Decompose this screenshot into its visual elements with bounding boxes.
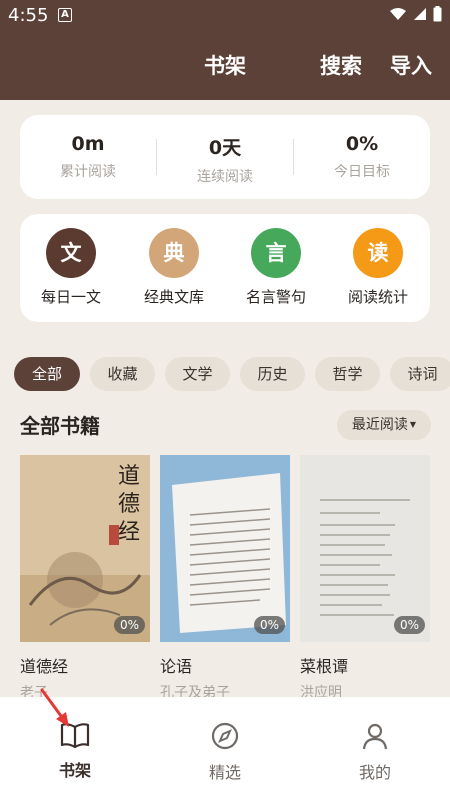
import-button[interactable]: 导入	[390, 50, 432, 80]
page-title: 书架	[204, 54, 246, 78]
battery-icon	[433, 6, 442, 22]
reading-stats-icon: 读	[353, 228, 403, 278]
stat-streak: 0天 连续阅读	[157, 133, 293, 186]
nav-profile[interactable]: 我的	[335, 721, 415, 783]
book-title: 论语	[160, 657, 193, 676]
book-card[interactable]: 道德经 0% 道德经 老子	[20, 455, 150, 702]
stat-label: 累计阅读	[60, 164, 116, 180]
notification-icon: A	[58, 8, 72, 22]
cover-title: 道德经	[117, 464, 140, 545]
book-title: 道德经	[20, 657, 69, 676]
quick-famous-quotes[interactable]: 言 名言警句	[226, 228, 326, 307]
book-card[interactable]: 0% 论语 孔子及弟子	[160, 455, 290, 702]
caret-down-icon: ▼	[409, 420, 417, 429]
wifi-icon	[390, 8, 406, 20]
stat-value: 0m	[71, 133, 105, 155]
book-title: 菜根谭	[300, 657, 349, 676]
top-bar: 4:55 A 书架 搜索 导入	[0, 0, 450, 100]
cover-image	[300, 455, 430, 642]
category-chips: 全部 收藏 文学 历史 哲学 诗词	[14, 357, 450, 391]
sort-label: 最近阅读	[351, 417, 408, 433]
annotation-arrow-icon	[40, 688, 69, 727]
category-all[interactable]: 全部	[14, 357, 80, 391]
quick-entries-card: 文 每日一文 典 经典文库 言 名言警句 读 阅读统计	[20, 214, 430, 322]
user-icon	[362, 723, 388, 750]
book-cover[interactable]: 0%	[160, 455, 290, 642]
nav-label: 精选	[208, 763, 241, 782]
quick-reading-stats[interactable]: 读 阅读统计	[328, 228, 428, 307]
stat-label: 连续阅读	[197, 169, 253, 185]
quick-label: 名言警句	[245, 288, 306, 306]
reading-stats-card: 0m 累计阅读 0天 连续阅读 0% 今日目标	[20, 115, 430, 199]
signal-icon	[414, 8, 426, 20]
book-cover[interactable]: 0%	[300, 455, 430, 642]
stat-value: 0%	[345, 133, 379, 155]
quick-classic-library[interactable]: 典 经典文库	[124, 228, 224, 307]
stat-value: 0天	[208, 137, 242, 159]
daily-article-icon: 文	[46, 228, 96, 278]
nav-label: 我的	[358, 763, 391, 782]
book-progress: 0%	[393, 616, 425, 634]
status-bar: 4:55 A	[0, 0, 450, 32]
book-cover[interactable]: 道德经 0%	[20, 455, 150, 642]
status-time: 4:55	[8, 5, 49, 26]
classic-library-icon: 典	[149, 228, 199, 278]
category-poetry[interactable]: 诗词	[390, 357, 450, 391]
section-title: 全部书籍	[20, 414, 100, 438]
compass-icon	[211, 722, 239, 750]
nav-featured[interactable]: 精选	[185, 721, 265, 783]
quick-label: 每日一文	[40, 288, 101, 306]
search-button[interactable]: 搜索	[320, 50, 362, 80]
famous-quotes-icon: 言	[251, 228, 301, 278]
nav-label: 书架	[58, 761, 91, 780]
category-literature[interactable]: 文学	[165, 357, 230, 391]
book-progress: 0%	[113, 616, 145, 634]
stat-label: 今日目标	[334, 164, 390, 180]
quick-label: 经典文库	[143, 288, 204, 306]
category-favorites[interactable]: 收藏	[90, 357, 155, 391]
stat-total-reading: 0m 累计阅读	[20, 133, 156, 181]
cover-image	[160, 455, 290, 642]
nav-bookshelf[interactable]: 书架	[35, 721, 115, 781]
book-card[interactable]: 0% 菜根谭 洪应明	[300, 455, 430, 702]
system-icons	[389, 6, 442, 22]
sort-dropdown[interactable]: 最近阅读 ▼	[337, 410, 431, 440]
category-philosophy[interactable]: 哲学	[315, 357, 380, 391]
category-history[interactable]: 历史	[240, 357, 305, 391]
quick-label: 阅读统计	[347, 288, 408, 306]
stat-daily-goal: 0% 今日目标	[294, 133, 430, 181]
quick-daily-article[interactable]: 文 每日一文	[21, 228, 121, 307]
book-progress: 0%	[253, 616, 285, 634]
